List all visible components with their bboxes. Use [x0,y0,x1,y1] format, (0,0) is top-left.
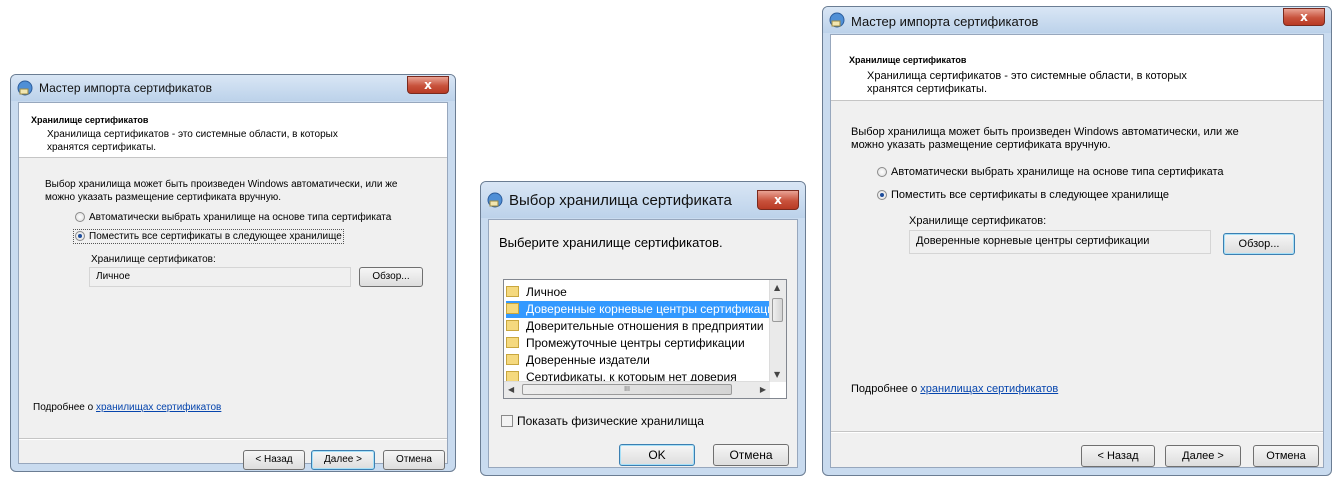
left-wizard-titlebar[interactable]: Мастер импорта сертификатов x [11,75,455,101]
folder-icon [506,337,519,348]
right-cancel-button[interactable]: Отмена [1253,445,1319,467]
store-list-item[interactable]: Промежуточные центры сертификации [506,335,770,352]
select-store-title: Выбор хранилища сертификата [509,192,732,209]
folder-icon [506,303,519,314]
select-store-body: Выберите хранилище сертификатов. Личное … [488,219,798,468]
left-radio-manual[interactable]: Поместить все сертификаты в следующее хр… [73,229,344,244]
store-item-label: Доверительные отношения в предприятии [526,319,764,333]
right-back-button[interactable]: < Назад [1081,445,1155,467]
right-wizard-body: Хранилище сертификатов Хранилища сертифи… [830,34,1324,468]
left-radio-auto-label: Автоматически выбрать хранилище на основ… [89,212,392,223]
right-more-info: Подробнее о хранилищах сертификатов [851,370,1058,396]
scroll-down-arrow-icon[interactable]: ▼ [774,370,780,379]
store-list-item[interactable]: Доверенные издатели [506,352,770,369]
left-wizard-title: Мастер импорта сертификатов [39,81,212,95]
right-more-prefix: Подробнее о [851,383,921,395]
select-store-prompt: Выберите хранилище сертификатов. [499,235,723,250]
store-list[interactable]: Личное Доверенные корневые центры сертиф… [503,279,787,399]
right-wizard-close-button[interactable]: x [1283,8,1325,26]
folder-icon [506,286,519,297]
store-item-label: Промежуточные центры сертификации [526,336,745,350]
ok-button[interactable]: OK [619,444,695,466]
radio-selected-icon [877,190,887,200]
store-list-item[interactable]: Доверительные отношения в предприятии [506,318,770,335]
left-back-button[interactable]: < Назад [243,450,305,470]
show-physical-stores-label: Показать физические хранилища [517,414,704,428]
radio-icon [75,212,85,222]
left-more-info: Подробнее о хранилищах сертификатов [33,388,221,414]
left-footer-divider [19,438,447,440]
right-footer-divider [831,431,1323,433]
left-header-title: Хранилище сертификатов [31,115,149,125]
certificate-wizard-icon [829,12,845,28]
right-radio-auto[interactable]: Автоматически выбрать хранилище на основ… [877,166,1224,178]
right-browse-button[interactable]: Обзор... [1223,233,1295,255]
store-item-label: Доверенные корневые центры сертификации [526,302,781,316]
right-intro-text: Выбор хранилища может быть произведен Wi… [851,126,1239,151]
right-header-title: Хранилище сертификатов [849,55,967,65]
radio-selected-icon [75,231,85,241]
left-wizard-header: Хранилище сертификатов Хранилища сертифи… [19,103,447,158]
left-certificate-stores-link[interactable]: хранилищах сертификатов [96,402,221,413]
scroll-left-arrow-icon[interactable]: ◀ [508,385,514,394]
right-certificate-stores-link[interactable]: хранилищах сертификатов [920,383,1058,395]
right-next-button[interactable]: Далее > [1165,445,1241,467]
right-radio-manual[interactable]: Поместить все сертификаты в следующее хр… [877,189,1169,201]
select-store-dialog: Выбор хранилища сертификата x Выберите х… [480,181,806,476]
right-radio-auto-label: Автоматически выбрать хранилище на основ… [891,166,1224,178]
folder-icon [506,354,519,365]
store-item-label: Сертификаты, к которым нет доверия [526,370,737,381]
certificate-wizard-icon [17,80,33,96]
close-icon: x [1300,10,1308,24]
right-wizard-titlebar[interactable]: Мастер импорта сертификатов x [823,7,1331,33]
left-wizard-close-button[interactable]: x [407,76,449,94]
left-store-label: Хранилище сертификатов: [91,254,216,265]
left-cancel-button[interactable]: Отмена [383,450,445,470]
store-list-vertical-scrollbar[interactable]: ▲ ▼ [769,280,786,382]
store-list-horizontal-scrollbar[interactable]: ◀ III ▶ [504,381,770,398]
store-list-item-selected[interactable]: Доверенные корневые центры сертификации [506,301,781,318]
checkbox-icon [501,415,513,427]
left-browse-button[interactable]: Обзор... [359,267,423,287]
left-wizard-body: Хранилище сертификатов Хранилища сертифи… [18,102,448,470]
folder-icon [506,371,519,381]
vertical-scroll-thumb[interactable] [772,298,783,322]
show-physical-stores-checkbox[interactable]: Показать физические хранилища [501,414,704,428]
right-wizard-header: Хранилище сертификатов Хранилища сертифи… [831,35,1323,101]
right-header-description: Хранилища сертификатов - это системные о… [867,70,1187,95]
certificate-store-icon [487,192,503,208]
select-store-titlebar[interactable]: Выбор хранилища сертификата x [481,182,805,218]
left-intro-text: Выбор хранилища может быть произведен Wi… [45,179,398,203]
left-header-description: Хранилища сертификатов - это системные о… [47,129,338,153]
left-more-prefix: Подробнее о [33,402,96,413]
store-item-label: Личное [526,285,567,299]
left-wizard-window: Мастер импорта сертификатов x Хранилище … [10,74,456,472]
dialog-cancel-button[interactable]: Отмена [713,444,789,466]
select-store-close-button[interactable]: x [757,190,799,210]
store-list-item[interactable]: Личное [506,284,770,301]
scroll-up-arrow-icon[interactable]: ▲ [774,283,780,292]
close-icon: x [774,193,782,207]
right-radio-manual-label: Поместить все сертификаты в следующее хр… [891,189,1170,201]
right-wizard-window: Мастер импорта сертификатов x Хранилище … [822,6,1332,476]
folder-icon [506,320,519,331]
left-store-field: Личное [89,267,351,287]
close-icon: x [424,78,432,92]
left-radio-auto[interactable]: Автоматически выбрать хранилище на основ… [75,212,391,223]
right-store-label: Хранилище сертификатов: [909,215,1047,227]
radio-icon [877,167,887,177]
scroll-right-arrow-icon[interactable]: ▶ [760,385,766,394]
right-store-field: Доверенные корневые центры сертификации [909,230,1211,254]
store-list-item[interactable]: Сертификаты, к которым нет доверия [506,369,770,381]
store-item-label: Доверенные издатели [526,353,650,367]
horizontal-scroll-thumb[interactable]: III [522,384,732,395]
left-next-button[interactable]: Далее > [311,450,375,470]
left-radio-manual-label: Поместить все сертификаты в следующее хр… [89,231,342,242]
right-wizard-title: Мастер импорта сертификатов [851,14,1039,29]
